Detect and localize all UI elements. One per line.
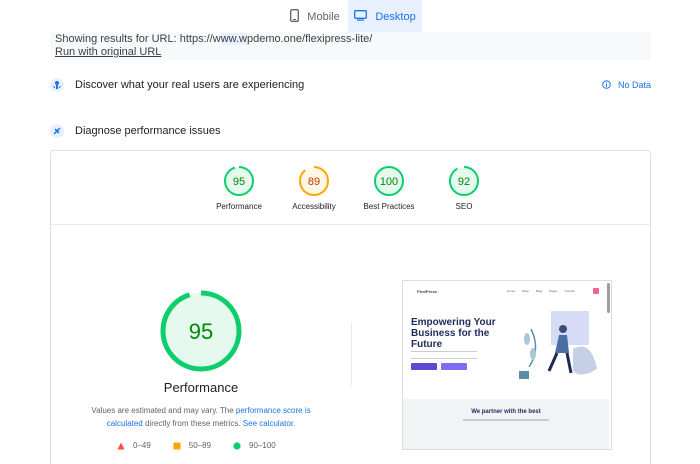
gauge-accessibility-ring: 89: [299, 166, 329, 196]
preview-subtext: [411, 351, 477, 359]
score-gauges: 95 Performance 89 Accessibility 100 Best…: [51, 165, 652, 225]
legend-fail: 0–49: [117, 441, 151, 450]
preview-illustration: [519, 311, 597, 379]
preview-menu-item: Blog: [536, 289, 543, 293]
url-highlight: ww.w: [220, 33, 247, 45]
url-prefix: Showing results for URL: https://w: [55, 33, 221, 45]
report-card: 95 Performance 89 Accessibility 100 Best…: [50, 150, 651, 464]
preview-menu-item: Home: [507, 289, 516, 293]
vertical-divider: [351, 323, 352, 386]
circle-icon: [233, 441, 241, 450]
url-text: Showing results for URL: https://www.wpd…: [55, 33, 646, 46]
preview-menu-item: Shop: [522, 289, 530, 293]
page-screenshot-preview: FlexiPress Home Shop Blog Pages Contact …: [402, 280, 612, 450]
gauge-performance-value: 95: [233, 176, 245, 188]
gauge-seo[interactable]: 92 SEO: [424, 165, 504, 211]
gauge-accessibility-label: Accessibility: [292, 202, 336, 211]
triangle-icon: [117, 442, 125, 449]
legend-fail-range: 0–49: [133, 441, 151, 450]
see-calculator-link[interactable]: See calculator.: [243, 419, 295, 428]
estimate-note: Values are estimated and may vary. The p…: [81, 404, 321, 430]
run-original-url-link[interactable]: Run with original URL: [55, 46, 646, 59]
preview-button-primary: [411, 363, 437, 370]
users-experience-icon: [50, 78, 64, 92]
gauge-seo-value: 92: [458, 176, 470, 188]
legend-average: 50–89: [173, 441, 211, 450]
note-text-2: directly from these metrics.: [142, 419, 243, 428]
info-icon: [602, 79, 611, 91]
url-suffix: pdemo.one/flexipress-lite/: [246, 33, 373, 45]
field-data-title: Discover what your real users are experi…: [75, 79, 305, 91]
preview-partner-heading: We partner with the best: [471, 409, 541, 415]
gauge-performance-ring: 95: [224, 166, 254, 196]
diagnose-title: Diagnose performance issues: [75, 125, 221, 137]
divider: [51, 224, 650, 225]
preview-menu-item: Contact: [564, 289, 575, 293]
preview-button-secondary: [441, 363, 467, 370]
no-data-label: No Data: [617, 80, 651, 90]
tab-desktop-label: Desktop: [375, 11, 416, 23]
device-tabs: Mobile Desktop: [282, 0, 422, 34]
gauge-best-practices[interactable]: 100 Best Practices: [349, 165, 429, 211]
performance-main-value: 95: [189, 319, 213, 344]
gauge-performance[interactable]: 95 Performance: [199, 165, 279, 211]
preview-menu: Home Shop Blog Pages Contact: [507, 289, 575, 293]
tab-mobile[interactable]: Mobile: [282, 0, 348, 34]
preview-logo: FlexiPress: [417, 288, 438, 294]
preview-partner-subtext: [463, 419, 549, 421]
field-data-section: Discover what your real users are experi…: [50, 78, 651, 92]
legend-average-range: 50–89: [188, 441, 212, 450]
no-data-indicator[interactable]: No Data: [602, 79, 651, 91]
monitor-icon: [354, 10, 368, 24]
gauge-performance-label: Performance: [216, 202, 262, 211]
url-info-box: Showing results for URL: https://www.wpd…: [50, 32, 651, 60]
preview-menu-item: Pages: [549, 289, 558, 293]
gauge-seo-ring: 92: [449, 166, 479, 196]
preview-nav: FlexiPress Home Shop Blog Pages Contact: [417, 287, 603, 295]
tab-desktop[interactable]: Desktop: [348, 0, 422, 34]
preview-headline: Empowering Your Business for the Future: [411, 317, 496, 350]
legend-pass: 90–100: [233, 441, 276, 450]
tab-mobile-label: Mobile: [307, 11, 340, 23]
performance-main-label: Performance: [163, 380, 239, 395]
diagnose-section: Diagnose performance issues: [50, 124, 651, 138]
gauge-best-practices-ring: 100: [374, 166, 404, 196]
gauge-accessibility-value: 89: [308, 176, 320, 188]
note-text-1: Values are estimated and may vary. The: [91, 406, 236, 415]
gauge-best-practices-label: Best Practices: [363, 202, 415, 211]
gauge-seo-label: SEO: [455, 202, 473, 211]
lab-diagnostics-icon: [50, 124, 64, 138]
gauge-best-practices-value: 100: [380, 176, 398, 188]
square-icon: [173, 442, 181, 449]
performance-main-gauge: 95: [160, 290, 242, 372]
gauge-accessibility[interactable]: 89 Accessibility: [274, 165, 354, 211]
legend-pass-range: 90–100: [249, 441, 276, 450]
preview-partner-band: [403, 399, 609, 449]
preview-scrollbar: [607, 283, 610, 313]
phone-icon: [290, 9, 300, 25]
preview-cta: [593, 288, 599, 294]
score-legend: 0–49 50–89 90–100: [117, 441, 276, 450]
